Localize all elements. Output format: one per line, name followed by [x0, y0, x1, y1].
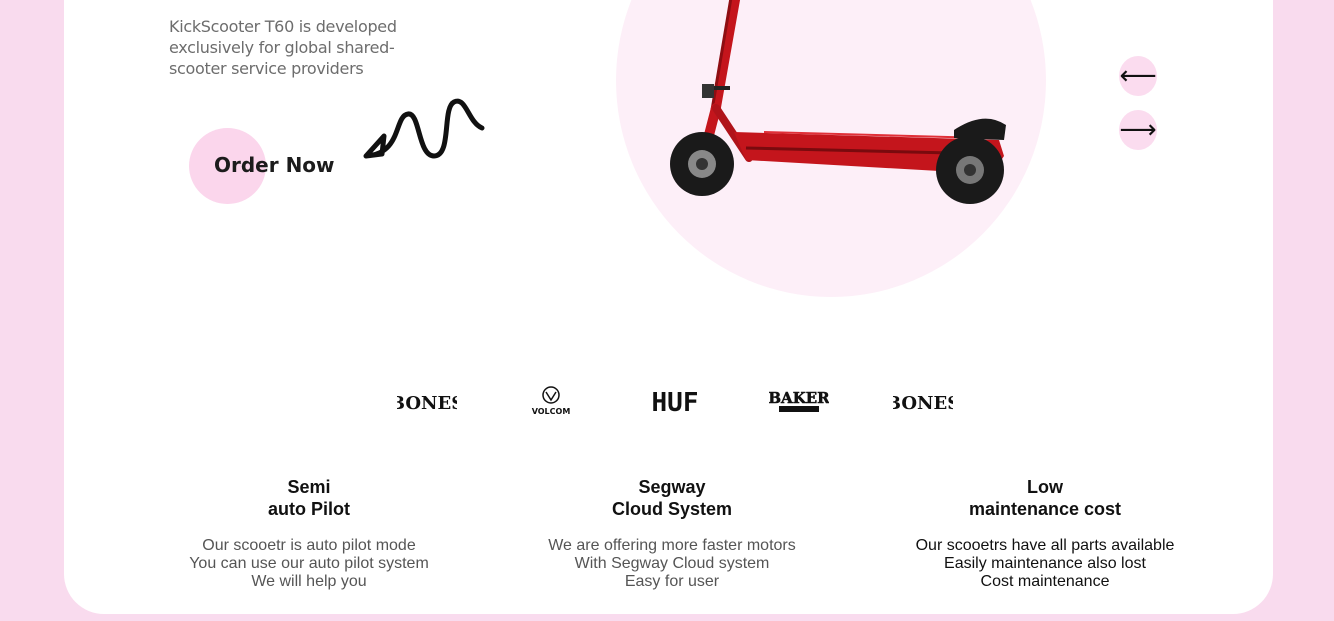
huf-logo-icon: HUF — [652, 388, 699, 417]
feature-line: With Segway Cloud system — [574, 555, 770, 572]
svg-text:BAKER: BAKER — [769, 389, 829, 407]
feature-cloud-system: Segway Cloud System We are offering more… — [512, 476, 832, 591]
feature-line: Our scooetr is auto pilot mode — [202, 537, 416, 554]
volcom-logo-icon: VOLCOM — [532, 386, 571, 416]
svg-text:HUF: HUF — [652, 388, 699, 417]
feature-description: Our scooetrs have all parts available Ea… — [885, 537, 1205, 591]
feature-line: We are offering more faster motors — [548, 537, 796, 554]
feature-line: Cost maintenance — [980, 573, 1110, 590]
feature-title: Segway Cloud System — [512, 476, 832, 520]
feature-title: Semi auto Pilot — [149, 476, 469, 520]
feature-title-line: auto Pilot — [268, 499, 350, 519]
svg-text:BONES: BONES — [397, 393, 457, 414]
hero-card: KickScooter T60 is developed exclusively… — [64, 0, 1273, 614]
feature-description: Our scooetr is auto pilot mode You can u… — [149, 537, 469, 591]
feature-line: We will help you — [251, 573, 367, 590]
feature-auto-pilot: Semi auto Pilot Our scooetr is auto pilo… — [149, 476, 469, 591]
bones-logo-icon: BONES — [397, 393, 457, 414]
hero-description: KickScooter T60 is developed exclusively… — [169, 17, 397, 78]
scooter-image — [670, 0, 1006, 204]
carousel-next-button[interactable]: ⟶ — [1119, 110, 1157, 150]
svg-text:VOLCOM: VOLCOM — [532, 407, 571, 416]
baker-logo-icon: BAKER — [769, 389, 829, 412]
feature-line: Easily maintenance also lost — [944, 555, 1146, 572]
feature-title-line: Semi — [287, 477, 331, 497]
feature-title: Low maintenance cost — [885, 476, 1205, 520]
feature-line: You can use our auto pilot system — [189, 555, 429, 572]
feature-line: Our scooetrs have all parts available — [915, 537, 1175, 554]
carousel-prev-button[interactable]: ⟵ — [1119, 56, 1157, 96]
order-button-label: Order Now — [214, 153, 335, 177]
feature-title-line: Cloud System — [611, 499, 733, 519]
order-now-button[interactable]: Order Now — [189, 128, 389, 204]
feature-line: Easy for user — [624, 573, 720, 590]
feature-maintenance-cost: Low maintenance cost Our scooetrs have a… — [885, 476, 1205, 591]
feature-title-line: maintenance cost — [968, 499, 1122, 519]
bones-logo-icon: BONES — [893, 393, 953, 414]
feature-description: We are offering more faster motors With … — [512, 537, 832, 591]
feature-title-line: Segway — [638, 477, 706, 497]
svg-text:BONES: BONES — [893, 393, 953, 414]
brand-logo-row: BONES VOLCOM HUF BAKER BONES — [397, 385, 957, 417]
feature-title-line: Low — [1027, 477, 1063, 497]
squiggle-arrow-icon — [363, 98, 485, 159]
